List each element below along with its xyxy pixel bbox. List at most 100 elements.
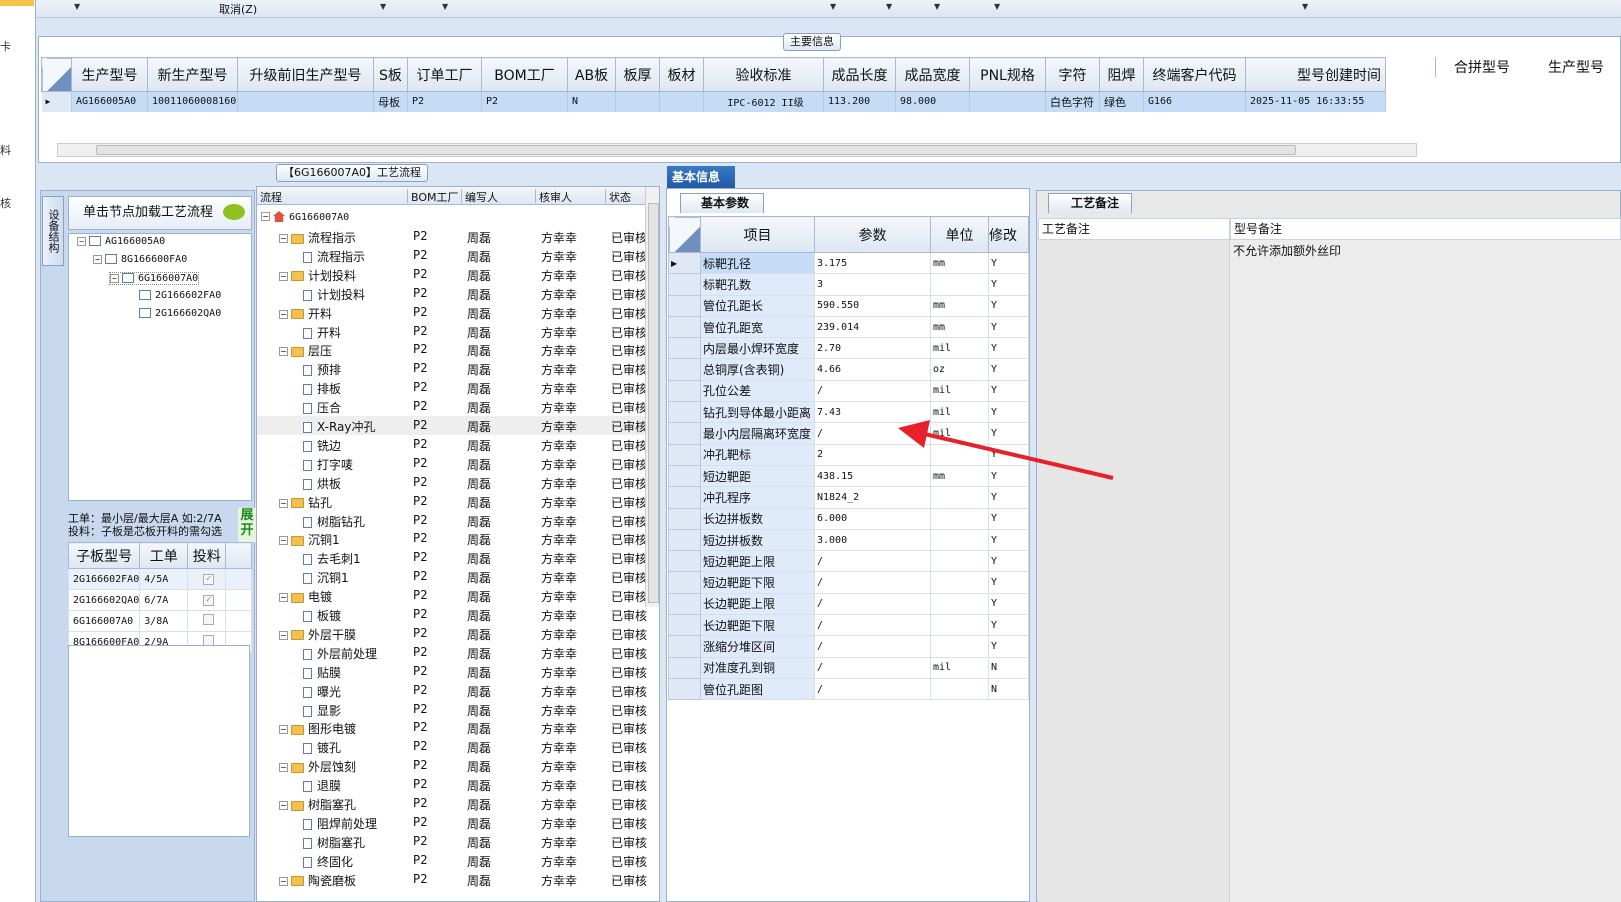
- table-row[interactable]: ▶ AG166005A0 10011060008160 母板 P2 P2 N I…: [41, 91, 1386, 112]
- param-unit[interactable]: [930, 614, 989, 637]
- param-item[interactable]: 标靶孔数: [700, 273, 815, 296]
- param-item[interactable]: 短边靶距下限: [700, 571, 815, 594]
- flow-row[interactable]: − 电镀 P2 周磊 方幸幸 已审核: [257, 586, 647, 605]
- param-unit[interactable]: [930, 443, 989, 466]
- tree-node[interactable]: − 8G166600FA0: [93, 254, 187, 265]
- row-indicator[interactable]: [668, 443, 701, 466]
- row-indicator[interactable]: [668, 294, 701, 317]
- row-indicator[interactable]: [668, 337, 701, 360]
- param-value[interactable]: 3.175: [814, 251, 931, 275]
- param-modify[interactable]: Y: [988, 401, 1029, 424]
- col-header[interactable]: 终端客户代码: [1143, 57, 1246, 92]
- cell[interactable]: 6G166007A0: [67, 610, 141, 632]
- basic-params-tab[interactable]: 基本参数: [680, 193, 764, 213]
- param-value[interactable]: /: [814, 422, 931, 445]
- param-unit[interactable]: mm: [930, 315, 989, 339]
- scrollbar-thumb[interactable]: [648, 203, 659, 603]
- col-header[interactable]: 投料: [187, 542, 227, 569]
- scrollbar-thumb[interactable]: [96, 145, 1296, 155]
- cell[interactable]: G166: [1143, 91, 1246, 112]
- param-item[interactable]: 对准度孔到铜: [700, 656, 815, 679]
- param-item[interactable]: 内层最小焊环宽度: [700, 337, 815, 360]
- cell[interactable]: 2G166602QA0: [67, 589, 141, 611]
- col-header[interactable]: PNL规格: [969, 57, 1046, 92]
- flow-row[interactable]: 阻焊前处理 P2 周磊 方幸幸 已审核: [257, 813, 647, 832]
- row-indicator[interactable]: [668, 507, 701, 530]
- flow-row[interactable]: 树脂塞孔 P2 周磊 方幸幸 已审核: [257, 832, 647, 851]
- flow-row[interactable]: 曝光 P2 周磊 方幸幸 已审核: [257, 681, 647, 700]
- corner-cell[interactable]: [668, 216, 701, 253]
- param-unit[interactable]: [930, 592, 989, 616]
- param-unit[interactable]: [930, 677, 989, 701]
- collapse-icon[interactable]: −: [279, 347, 288, 357]
- dropdown-arrow-icon[interactable]: ▼: [442, 2, 448, 11]
- param-modify[interactable]: Y: [988, 251, 1029, 275]
- param-unit[interactable]: [930, 528, 989, 552]
- param-modify[interactable]: Y: [988, 337, 1029, 360]
- param-modify[interactable]: Y: [988, 592, 1029, 616]
- flow-row[interactable]: − 树脂塞孔 P2 周磊 方幸幸 已审核: [257, 794, 647, 813]
- collapse-icon[interactable]: −: [93, 254, 102, 264]
- dropdown-arrow-icon[interactable]: ▼: [1302, 2, 1308, 11]
- row-indicator[interactable]: ▶: [41, 91, 72, 112]
- param-unit[interactable]: mil: [930, 401, 989, 424]
- collapse-icon[interactable]: −: [279, 725, 288, 735]
- flow-row[interactable]: 铣边 P2 周磊 方幸幸 已审核: [257, 435, 647, 454]
- flow-row[interactable]: 终固化 P2 周磊 方幸幸 已审核: [257, 851, 647, 870]
- param-item[interactable]: 长边拼板数: [700, 507, 815, 530]
- cell[interactable]: 6/7A: [139, 589, 189, 611]
- table-row[interactable]: 冲孔程序 N1824_2 Y: [668, 486, 1029, 509]
- param-modify[interactable]: Y: [988, 379, 1029, 403]
- param-modify[interactable]: Y: [988, 571, 1029, 594]
- param-item[interactable]: 涨缩分堆区间: [700, 635, 815, 658]
- cell[interactable]: 113.200: [823, 91, 896, 112]
- collapse-icon[interactable]: −: [77, 236, 86, 246]
- cell[interactable]: [187, 610, 227, 632]
- cancel-button[interactable]: 取消(Z): [219, 1, 257, 17]
- param-item[interactable]: 冲孔程序: [700, 486, 815, 509]
- table-row[interactable]: 钻孔到导体最小距离 7.43 mil Y: [668, 401, 1029, 424]
- param-modify[interactable]: Y: [988, 358, 1029, 381]
- col-header[interactable]: BOM工厂: [407, 189, 459, 204]
- param-value[interactable]: 4.66: [814, 358, 931, 381]
- flow-row[interactable]: 显影 P2 周磊 方幸幸 已审核: [257, 700, 647, 719]
- param-unit[interactable]: [930, 550, 989, 573]
- cell[interactable]: IPC-6012 II级: [703, 91, 824, 112]
- table-row[interactable]: 总铜厚(含表铜) 4.66 oz Y: [668, 358, 1029, 381]
- table-row[interactable]: 标靶孔数 3 Y: [668, 273, 1029, 296]
- tree-node[interactable]: 2G166602FA0: [139, 290, 221, 301]
- param-unit[interactable]: mil: [930, 656, 989, 679]
- cell[interactable]: [615, 91, 660, 112]
- col-header[interactable]: 阻焊: [1099, 57, 1144, 92]
- cell[interactable]: N: [567, 91, 616, 112]
- col-header[interactable]: BOM工厂: [481, 57, 568, 92]
- cell[interactable]: [659, 91, 704, 112]
- table-row[interactable]: 长边拼板数 6.000 Y: [668, 507, 1029, 530]
- cell[interactable]: ✓: [187, 589, 227, 611]
- param-item[interactable]: 长边靶距上限: [700, 592, 815, 616]
- row-indicator[interactable]: [668, 571, 701, 594]
- row-indicator[interactable]: [668, 656, 701, 679]
- left-strip-tab[interactable]: [0, 0, 34, 6]
- flow-row[interactable]: − 计划投料 P2 周磊 方幸幸 已审核: [257, 265, 647, 284]
- table-row[interactable]: 管位孔距宽 239.014 mm Y: [668, 315, 1029, 339]
- col-header[interactable]: 工单: [139, 542, 189, 569]
- cell[interactable]: 4/5A: [139, 568, 189, 590]
- corner-cell[interactable]: [41, 57, 72, 92]
- param-value[interactable]: N1824_2: [814, 486, 931, 509]
- param-modify[interactable]: Y: [988, 464, 1029, 488]
- cell[interactable]: 10011060008160: [147, 91, 238, 112]
- param-modify[interactable]: Y: [988, 315, 1029, 339]
- table-row[interactable]: 内层最小焊环宽度 2.70 mil Y: [668, 337, 1029, 360]
- flow-row[interactable]: 压合 P2 周磊 方幸幸 已审核: [257, 397, 647, 416]
- table-row[interactable]: 最小内层隔离环宽度 / mil Y: [668, 422, 1029, 445]
- param-modify[interactable]: Y: [988, 507, 1029, 530]
- flow-row[interactable]: − 外层干膜 P2 周磊 方幸幸 已审核: [257, 624, 647, 643]
- param-item[interactable]: 长边靶距下限: [700, 614, 815, 637]
- table-row[interactable]: 冲孔靶标 2 Y: [668, 443, 1029, 466]
- cell[interactable]: 2G166602FA0: [67, 568, 141, 590]
- flow-row[interactable]: 排板 P2 周磊 方幸幸 已审核: [257, 378, 647, 397]
- table-row[interactable]: 对准度孔到铜 / mil N: [668, 656, 1029, 679]
- param-unit[interactable]: mm: [930, 251, 989, 275]
- flow-row[interactable]: 退膜 P2 周磊 方幸幸 已审核: [257, 775, 647, 794]
